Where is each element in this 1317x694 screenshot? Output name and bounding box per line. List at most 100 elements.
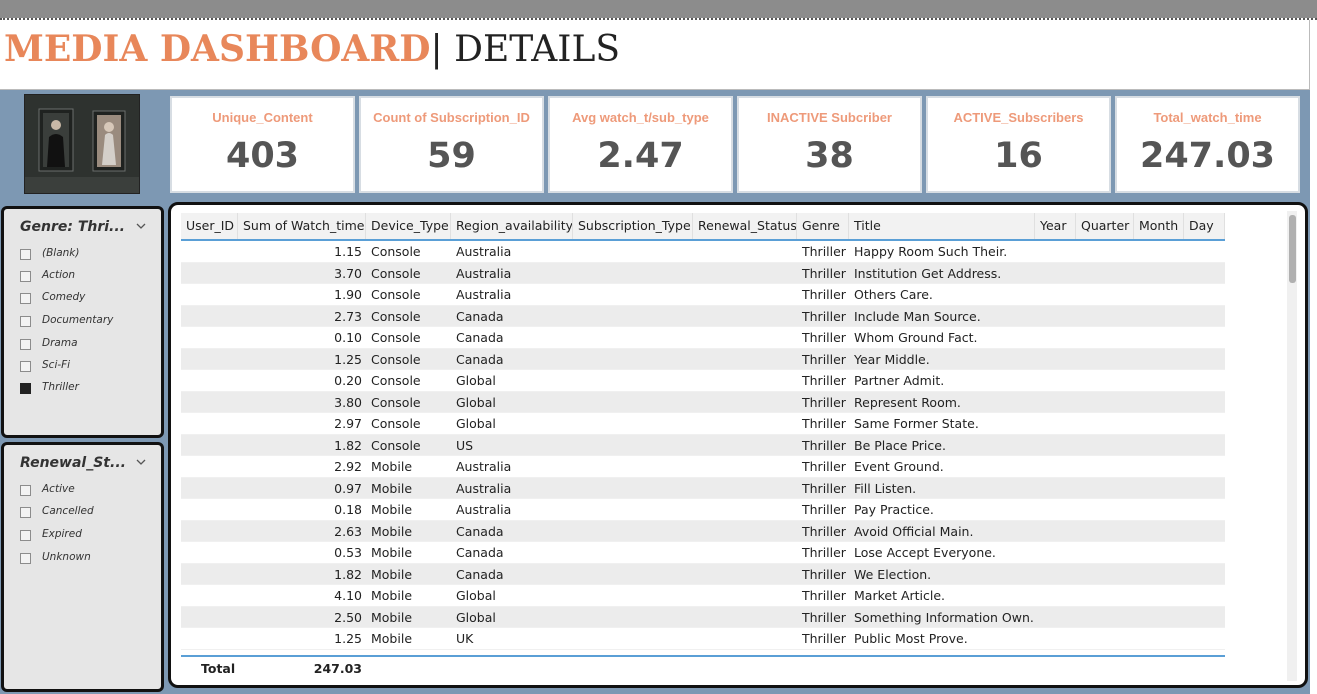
cell-sum-of-watch-time: 4.10 xyxy=(334,588,362,603)
column-header-quarter[interactable]: Quarter xyxy=(1076,213,1134,239)
column-header-region-availability[interactable]: Region_availability xyxy=(451,213,573,239)
cell-user-id xyxy=(181,435,238,456)
table-row[interactable]: 2.97 Console Global Thriller Same Former Sta… xyxy=(181,413,1225,435)
cell-quarter xyxy=(1076,284,1134,305)
cell-region-availability: Global xyxy=(456,416,496,431)
column-header-device-type[interactable]: Device_Type xyxy=(366,213,451,239)
checkbox[interactable] xyxy=(20,507,31,518)
cell-user-id xyxy=(181,349,238,370)
table-row[interactable]: 1.25 Console Canada Thriller Year Middle. xyxy=(181,348,1225,370)
cell-day xyxy=(1184,607,1225,628)
cell-renewal-status xyxy=(693,564,797,585)
cell-sum-of-watch-time: 2.97 xyxy=(334,416,362,431)
cell-device-type: Console xyxy=(371,351,421,367)
cell-year xyxy=(1035,521,1076,542)
table-row[interactable]: 2.92 Mobile Australia Thriller Event Ground. xyxy=(181,456,1225,478)
option-label: Action xyxy=(42,269,76,281)
cell-renewal-status xyxy=(693,435,797,456)
table-row[interactable]: 1.82 Console US Thriller Be Place Price. xyxy=(181,434,1225,456)
table-row[interactable]: 2.63 Mobile Canada Thriller Avoid Official M… xyxy=(181,520,1225,542)
cell-title: Partner Admit. xyxy=(854,373,945,388)
table-row[interactable]: 0.97 Mobile Australia Thriller Fill Listen. xyxy=(181,477,1225,499)
chevron-down-icon[interactable] xyxy=(136,457,146,467)
table-row[interactable]: 0.20 Console Global Thriller Partner Admit. xyxy=(181,370,1225,392)
table-row[interactable]: 2.73 Console Canada Thriller Include Man Sou… xyxy=(181,305,1225,327)
cell-quarter xyxy=(1076,542,1134,563)
checkbox[interactable] xyxy=(20,293,31,304)
genre-slicer-title[interactable]: Genre: Thri... xyxy=(20,219,125,235)
cell-day xyxy=(1184,306,1225,327)
column-header-sum-of-watch-time[interactable]: Sum of Watch_time xyxy=(238,213,366,239)
chevron-down-icon[interactable] xyxy=(136,221,146,231)
column-header-month[interactable]: Month xyxy=(1134,213,1184,239)
column-header-subscription-type[interactable]: Subscription_Type xyxy=(573,213,693,239)
cell-month xyxy=(1134,413,1184,434)
cell-day xyxy=(1184,392,1225,413)
cell-quarter xyxy=(1076,306,1134,327)
column-header-day[interactable]: Day xyxy=(1184,213,1225,239)
cell-quarter xyxy=(1076,263,1134,284)
scrollbar-thumb[interactable] xyxy=(1289,215,1296,283)
cell-year xyxy=(1035,284,1076,305)
page-title-sub: DETAILS xyxy=(442,29,621,70)
table-row[interactable]: 1.25 Mobile UK Thriller Public Most Prove. xyxy=(181,628,1225,650)
checkbox-checked[interactable] xyxy=(20,383,31,394)
cell-device-type: Console xyxy=(371,437,421,453)
column-header-user-id[interactable]: User_ID xyxy=(181,213,238,239)
cell-user-id xyxy=(181,499,238,520)
table-row[interactable]: 0.53 Mobile Canada Thriller Lose Accept Ever… xyxy=(181,542,1225,564)
cell-day xyxy=(1184,241,1225,262)
option-label: Thriller xyxy=(42,381,79,393)
cell-user-id xyxy=(181,241,238,262)
cell-month xyxy=(1134,628,1184,649)
column-header-genre[interactable]: Genre xyxy=(797,213,849,239)
column-header-title[interactable]: Title xyxy=(849,213,1035,239)
kpi-label: INACTIVE Subcriber xyxy=(767,110,892,125)
checkbox[interactable] xyxy=(20,249,31,260)
checkbox[interactable] xyxy=(20,339,31,350)
cell-subscription-type xyxy=(573,628,693,649)
table-row[interactable]: 4.10 Mobile Global Thriller Market Article. xyxy=(181,585,1225,607)
table-row[interactable]: 1.90 Console Australia Thriller Others Care. xyxy=(181,284,1225,306)
table-row[interactable]: 2.50 Mobile Global Thriller Something Inform… xyxy=(181,606,1225,628)
cell-device-type: Console xyxy=(371,416,421,431)
top-window-strip xyxy=(0,0,1317,18)
option-label: Expired xyxy=(42,528,82,540)
cell-title: Represent Room. xyxy=(854,394,961,410)
cell-user-id xyxy=(181,585,238,606)
cell-day xyxy=(1184,542,1225,563)
cell-day xyxy=(1184,284,1225,305)
checkbox[interactable] xyxy=(20,271,31,282)
cell-renewal-status xyxy=(693,607,797,628)
table-row[interactable]: 0.18 Mobile Australia Thriller Pay Practice. xyxy=(181,499,1225,521)
checkbox[interactable] xyxy=(20,361,31,372)
table-row[interactable]: 1.15 Console Australia Thriller Happy Room S… xyxy=(181,241,1225,263)
option-label: Documentary xyxy=(42,314,114,326)
cell-region-availability: Canada xyxy=(456,566,504,582)
table-row[interactable]: 1.82 Mobile Canada Thriller We Election. xyxy=(181,563,1225,585)
cell-year xyxy=(1035,607,1076,628)
cell-renewal-status xyxy=(693,284,797,305)
column-header-renewal-status[interactable]: Renewal_Status xyxy=(693,213,797,239)
cell-user-id xyxy=(181,284,238,305)
cell-quarter xyxy=(1076,499,1134,520)
cell-subscription-type xyxy=(573,456,693,477)
cell-month xyxy=(1134,392,1184,413)
cell-year xyxy=(1035,585,1076,606)
checkbox[interactable] xyxy=(20,316,31,327)
cell-region-availability: US xyxy=(456,437,474,453)
checkbox[interactable] xyxy=(20,553,31,564)
cell-day xyxy=(1184,478,1225,499)
column-header-year[interactable]: Year xyxy=(1035,213,1076,239)
kpi-label: Avg watch_t/sub_type xyxy=(572,110,709,125)
renewal-slicer-title[interactable]: Renewal_St... xyxy=(20,455,126,471)
cell-region-availability: Global xyxy=(456,373,496,388)
cell-day xyxy=(1184,263,1225,284)
checkbox[interactable] xyxy=(20,530,31,541)
checkbox[interactable] xyxy=(20,485,31,496)
table-row[interactable]: 0.10 Console Canada Thriller Whom Ground Fac… xyxy=(181,327,1225,349)
table-row[interactable]: 3.70 Console Australia Thriller Institution … xyxy=(181,262,1225,284)
cell-title: Market Article. xyxy=(854,588,946,603)
cell-year xyxy=(1035,370,1076,391)
table-row[interactable]: 3.80 Console Global Thriller Represent Room. xyxy=(181,391,1225,413)
